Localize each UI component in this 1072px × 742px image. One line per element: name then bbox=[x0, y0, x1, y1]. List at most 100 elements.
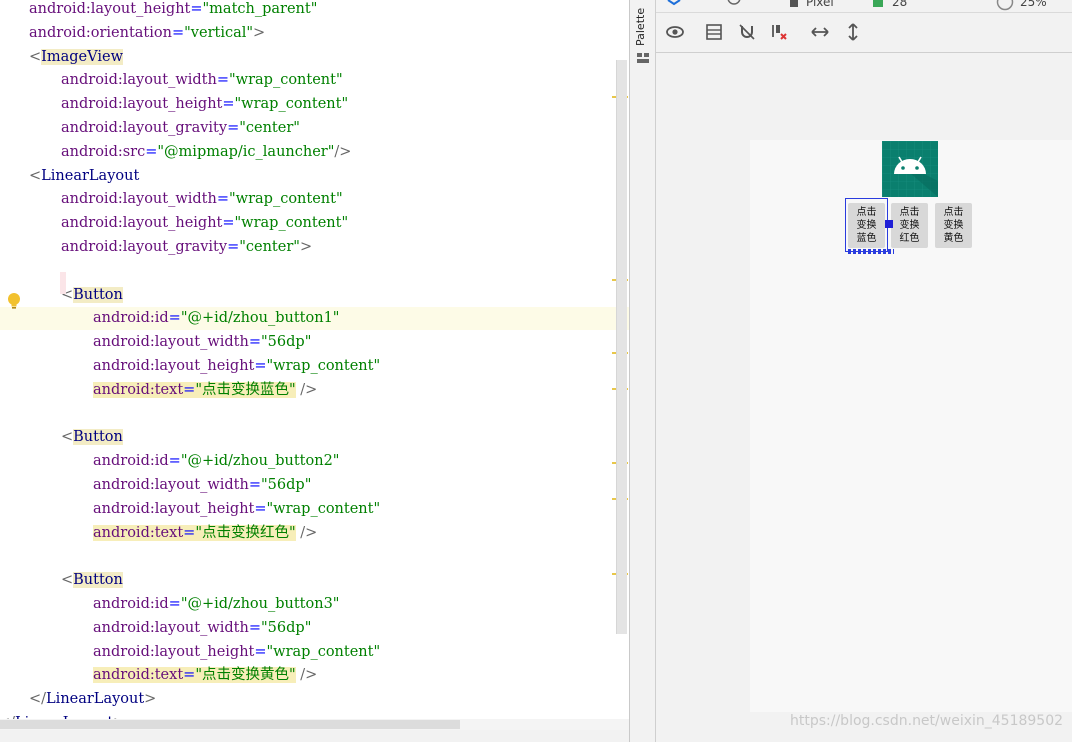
code-token: android:id bbox=[93, 310, 169, 327]
code-line[interactable]: android:src="@mipmap/ic_launcher"/> bbox=[0, 141, 629, 164]
code-token: /> bbox=[295, 524, 318, 541]
code-token: = bbox=[216, 72, 230, 89]
code-line-content: android:layout_width="wrap_content" bbox=[61, 188, 343, 211]
code-line-content: </LinearLayout> bbox=[29, 688, 156, 711]
design-toolbar bbox=[656, 14, 1072, 53]
code-token: "56dp" bbox=[261, 477, 312, 493]
code-line[interactable]: android:layout_height="wrap_content" bbox=[0, 212, 629, 235]
code-line-content: android:layout_width="wrap_content" bbox=[61, 69, 343, 92]
code-token: "wrap_content" bbox=[234, 215, 349, 232]
code-line-content: android:text="点击变换红色" /> bbox=[93, 522, 317, 545]
selection-outline[interactable] bbox=[845, 198, 888, 252]
api-level-label[interactable]: 28 bbox=[892, 0, 907, 9]
code-line[interactable] bbox=[0, 403, 629, 426]
code-line[interactable]: android:layout_width="56dp" bbox=[0, 474, 629, 497]
code-token: < bbox=[29, 48, 42, 65]
code-line[interactable]: android:id="@+id/zhou_button1" bbox=[0, 307, 629, 331]
code-line-content: <ImageView bbox=[29, 46, 123, 69]
code-line-content: android:layout_gravity="center" bbox=[61, 117, 300, 140]
zoom-level: 25% bbox=[1020, 0, 1047, 9]
android-api-icon[interactable] bbox=[872, 0, 884, 8]
horizontal-scrollbar[interactable] bbox=[0, 720, 460, 729]
editor-bottom-strip bbox=[0, 730, 629, 742]
code-line[interactable]: <ImageView bbox=[0, 46, 629, 69]
orientation-icon[interactable] bbox=[726, 0, 742, 8]
code-line[interactable]: android:layout_width="56dp" bbox=[0, 331, 629, 354]
code-line[interactable] bbox=[0, 545, 629, 568]
blueprint-icon[interactable] bbox=[704, 22, 724, 42]
code-line[interactable]: android:layout_gravity="center" bbox=[0, 117, 629, 140]
code-token: = bbox=[183, 667, 196, 684]
app-launcher-image[interactable] bbox=[882, 141, 938, 197]
code-line[interactable]: android:layout_height="wrap_content" bbox=[0, 355, 629, 378]
lightbulb-icon[interactable] bbox=[6, 292, 22, 310]
code-token: android:layout_width bbox=[61, 191, 217, 208]
code-token: android:layout_height bbox=[61, 96, 223, 113]
code-line[interactable]: android:id="@+id/zhou_button2" bbox=[0, 450, 629, 473]
code-line[interactable] bbox=[0, 260, 629, 283]
palette-side-tab[interactable] bbox=[630, 0, 656, 742]
code-token: android:layout_width bbox=[93, 334, 249, 351]
palette-tab-label[interactable]: Palette bbox=[634, 2, 652, 52]
code-token: "match_parent" bbox=[202, 1, 318, 17]
code-token: "点击变换红色" bbox=[195, 524, 296, 541]
code-token: "@+id/zhou_button2" bbox=[180, 453, 340, 470]
code-line[interactable]: android:text="点击变换红色" /> bbox=[0, 522, 629, 545]
code-token: = bbox=[254, 643, 267, 660]
code-line-content: android:id="@+id/zhou_button3" bbox=[93, 593, 339, 616]
preview-button-yellow[interactable]: 点击 变换 黄色 bbox=[935, 203, 972, 248]
code-line[interactable]: android:layout_width="56dp" bbox=[0, 617, 629, 640]
code-token: = bbox=[248, 334, 262, 351]
code-token: = bbox=[248, 619, 262, 636]
code-token: = bbox=[168, 596, 181, 612]
code-line[interactable]: android:layout_height="wrap_content" bbox=[0, 641, 629, 664]
code-line[interactable]: android:layout_height="match_parent" bbox=[0, 0, 629, 21]
code-token: android:orientation bbox=[29, 24, 172, 41]
code-line[interactable]: android:layout_width="wrap_content" bbox=[0, 188, 629, 211]
code-token: > bbox=[299, 239, 313, 255]
code-line[interactable]: android:layout_height="wrap_content" bbox=[0, 498, 629, 521]
code-line-content: android:id="@+id/zhou_button1" bbox=[93, 307, 339, 330]
vertical-scrollbar[interactable] bbox=[616, 60, 627, 634]
preview-button-label: 点击 变换 红色 bbox=[899, 207, 920, 244]
code-token: = bbox=[216, 191, 230, 208]
resize-handle-right[interactable] bbox=[885, 220, 893, 228]
code-token: = bbox=[168, 453, 181, 470]
code-token: "@mipmap/ic_launcher" bbox=[157, 143, 335, 160]
code-line[interactable]: android:orientation="vertical"> bbox=[0, 22, 629, 45]
palette-icon[interactable] bbox=[636, 52, 650, 64]
clear-constraints-icon[interactable] bbox=[769, 22, 789, 42]
code-line[interactable]: android:layout_width="wrap_content" bbox=[0, 69, 629, 92]
code-line[interactable]: <Button bbox=[0, 569, 629, 592]
layers-icon[interactable] bbox=[666, 0, 682, 8]
code-line-content: android:text="点击变换黄色" /> bbox=[93, 664, 317, 687]
code-line[interactable]: <LinearLayout bbox=[0, 165, 629, 188]
code-token: = bbox=[227, 120, 240, 136]
design-top-toolbar: Pixel 28 25% bbox=[656, 0, 1072, 13]
code-line[interactable]: android:text="点击变换黄色" /> bbox=[0, 664, 629, 687]
code-token: "wrap_content" bbox=[266, 358, 381, 374]
code-line[interactable]: android:layout_gravity="center"> bbox=[0, 236, 629, 259]
code-line[interactable]: </LinearLayout> bbox=[0, 688, 629, 711]
code-line[interactable]: android:layout_height="wrap_content" bbox=[0, 93, 629, 116]
eye-icon[interactable] bbox=[665, 22, 685, 42]
code-token: LinearLayout bbox=[41, 167, 140, 184]
code-line[interactable]: <Button bbox=[0, 284, 629, 307]
code-token: android:layout_height bbox=[93, 643, 255, 660]
code-line-content: android:layout_height="match_parent" bbox=[29, 0, 317, 21]
device-icon[interactable] bbox=[788, 0, 800, 8]
code-token: = bbox=[183, 524, 196, 541]
expand-vertical-icon[interactable] bbox=[843, 22, 863, 42]
resize-handle-bottom[interactable] bbox=[848, 249, 894, 254]
code-line[interactable]: <Button bbox=[0, 426, 629, 449]
code-editor[interactable]: android:layout_height="match_parent" andr… bbox=[0, 0, 629, 742]
code-line[interactable]: android:id="@+id/zhou_button3" bbox=[0, 593, 629, 616]
magnet-off-icon[interactable] bbox=[737, 22, 757, 42]
device-label[interactable]: Pixel bbox=[806, 0, 834, 9]
code-token: LinearLayout bbox=[46, 691, 145, 708]
preview-button-red[interactable]: 点击 变换 红色 bbox=[891, 203, 928, 248]
expand-horizontal-icon[interactable] bbox=[810, 22, 830, 42]
zoom-icon[interactable] bbox=[996, 0, 1014, 11]
code-token: android:layout_width bbox=[61, 72, 217, 89]
code-line[interactable]: android:text="点击变换蓝色" /> bbox=[0, 379, 629, 402]
